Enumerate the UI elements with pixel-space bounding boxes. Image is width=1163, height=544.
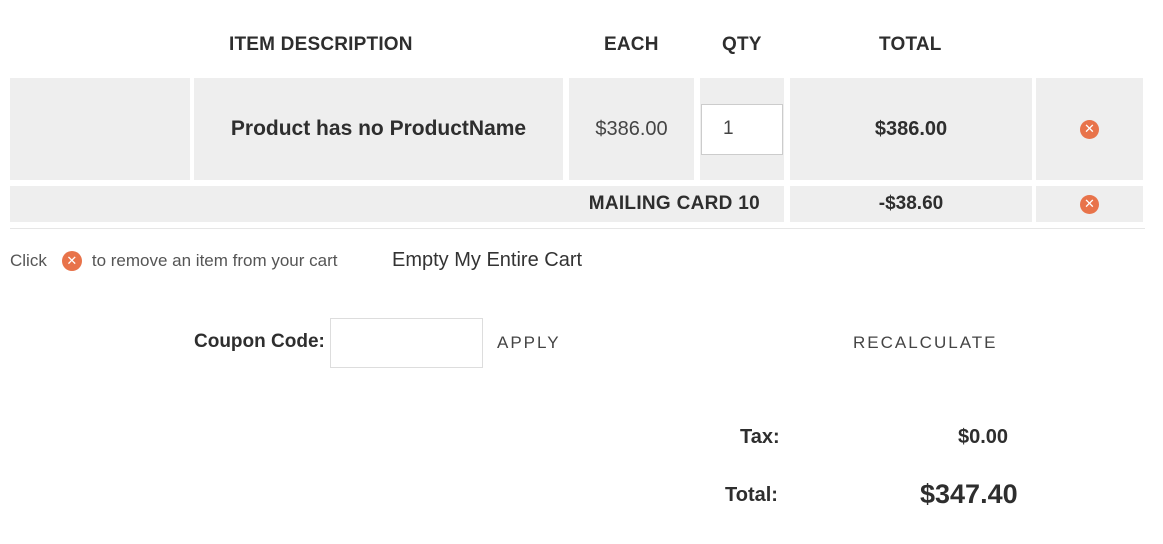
discount-label: MAILING CARD 10 xyxy=(588,193,760,214)
item-each-cell: $386.00 xyxy=(569,78,694,180)
apply-coupon-button[interactable]: APPLY xyxy=(497,333,561,353)
order-total: $347.40 xyxy=(920,479,1018,509)
header-qty: QTY xyxy=(722,34,762,55)
item-remove-cell: ✕ xyxy=(1036,78,1143,180)
hint-suffix: to remove an item from your cart xyxy=(91,251,338,270)
header-total: TOTAL xyxy=(879,34,942,55)
remove-discount-icon[interactable]: ✕ xyxy=(1080,194,1099,214)
coupon-label: Coupon Code: xyxy=(194,331,325,352)
item-image-cell xyxy=(10,78,190,180)
discount-remove-cell: ✕ xyxy=(1036,186,1143,222)
header-item-description: ITEM DESCRIPTION xyxy=(229,34,413,55)
hint-prefix: Click xyxy=(10,251,47,270)
header-each: EACH xyxy=(604,34,659,55)
recalculate-button[interactable]: RECALCULATE xyxy=(853,333,998,353)
remove-x-circle-icon: ✕ xyxy=(61,251,82,271)
discount-amount-cell: -$38.60 xyxy=(790,186,1032,222)
remove-hint: Click ✕ to remove an item from your cart xyxy=(10,251,337,271)
discount-label-cell: MAILING CARD 10 xyxy=(10,186,784,222)
item-total-cell: $386.00 xyxy=(790,78,1032,180)
item-total: $386.00 xyxy=(874,117,948,140)
discount-amount: -$38.60 xyxy=(878,193,944,214)
item-name: Product has no ProductName xyxy=(230,117,527,140)
tax-value: $0.00 xyxy=(958,426,1009,448)
tax-label: Tax: xyxy=(740,426,780,448)
total-label: Total: xyxy=(725,484,778,506)
empty-cart-link[interactable]: Empty My Entire Cart xyxy=(392,249,582,272)
remove-item-icon[interactable]: ✕ xyxy=(1080,119,1099,139)
item-qty-cell xyxy=(700,78,784,180)
item-description-cell: Product has no ProductName xyxy=(194,78,563,180)
quantity-input[interactable] xyxy=(701,103,783,155)
divider xyxy=(10,228,1145,229)
coupon-input[interactable] xyxy=(330,318,483,368)
item-price-each: $386.00 xyxy=(595,117,668,140)
